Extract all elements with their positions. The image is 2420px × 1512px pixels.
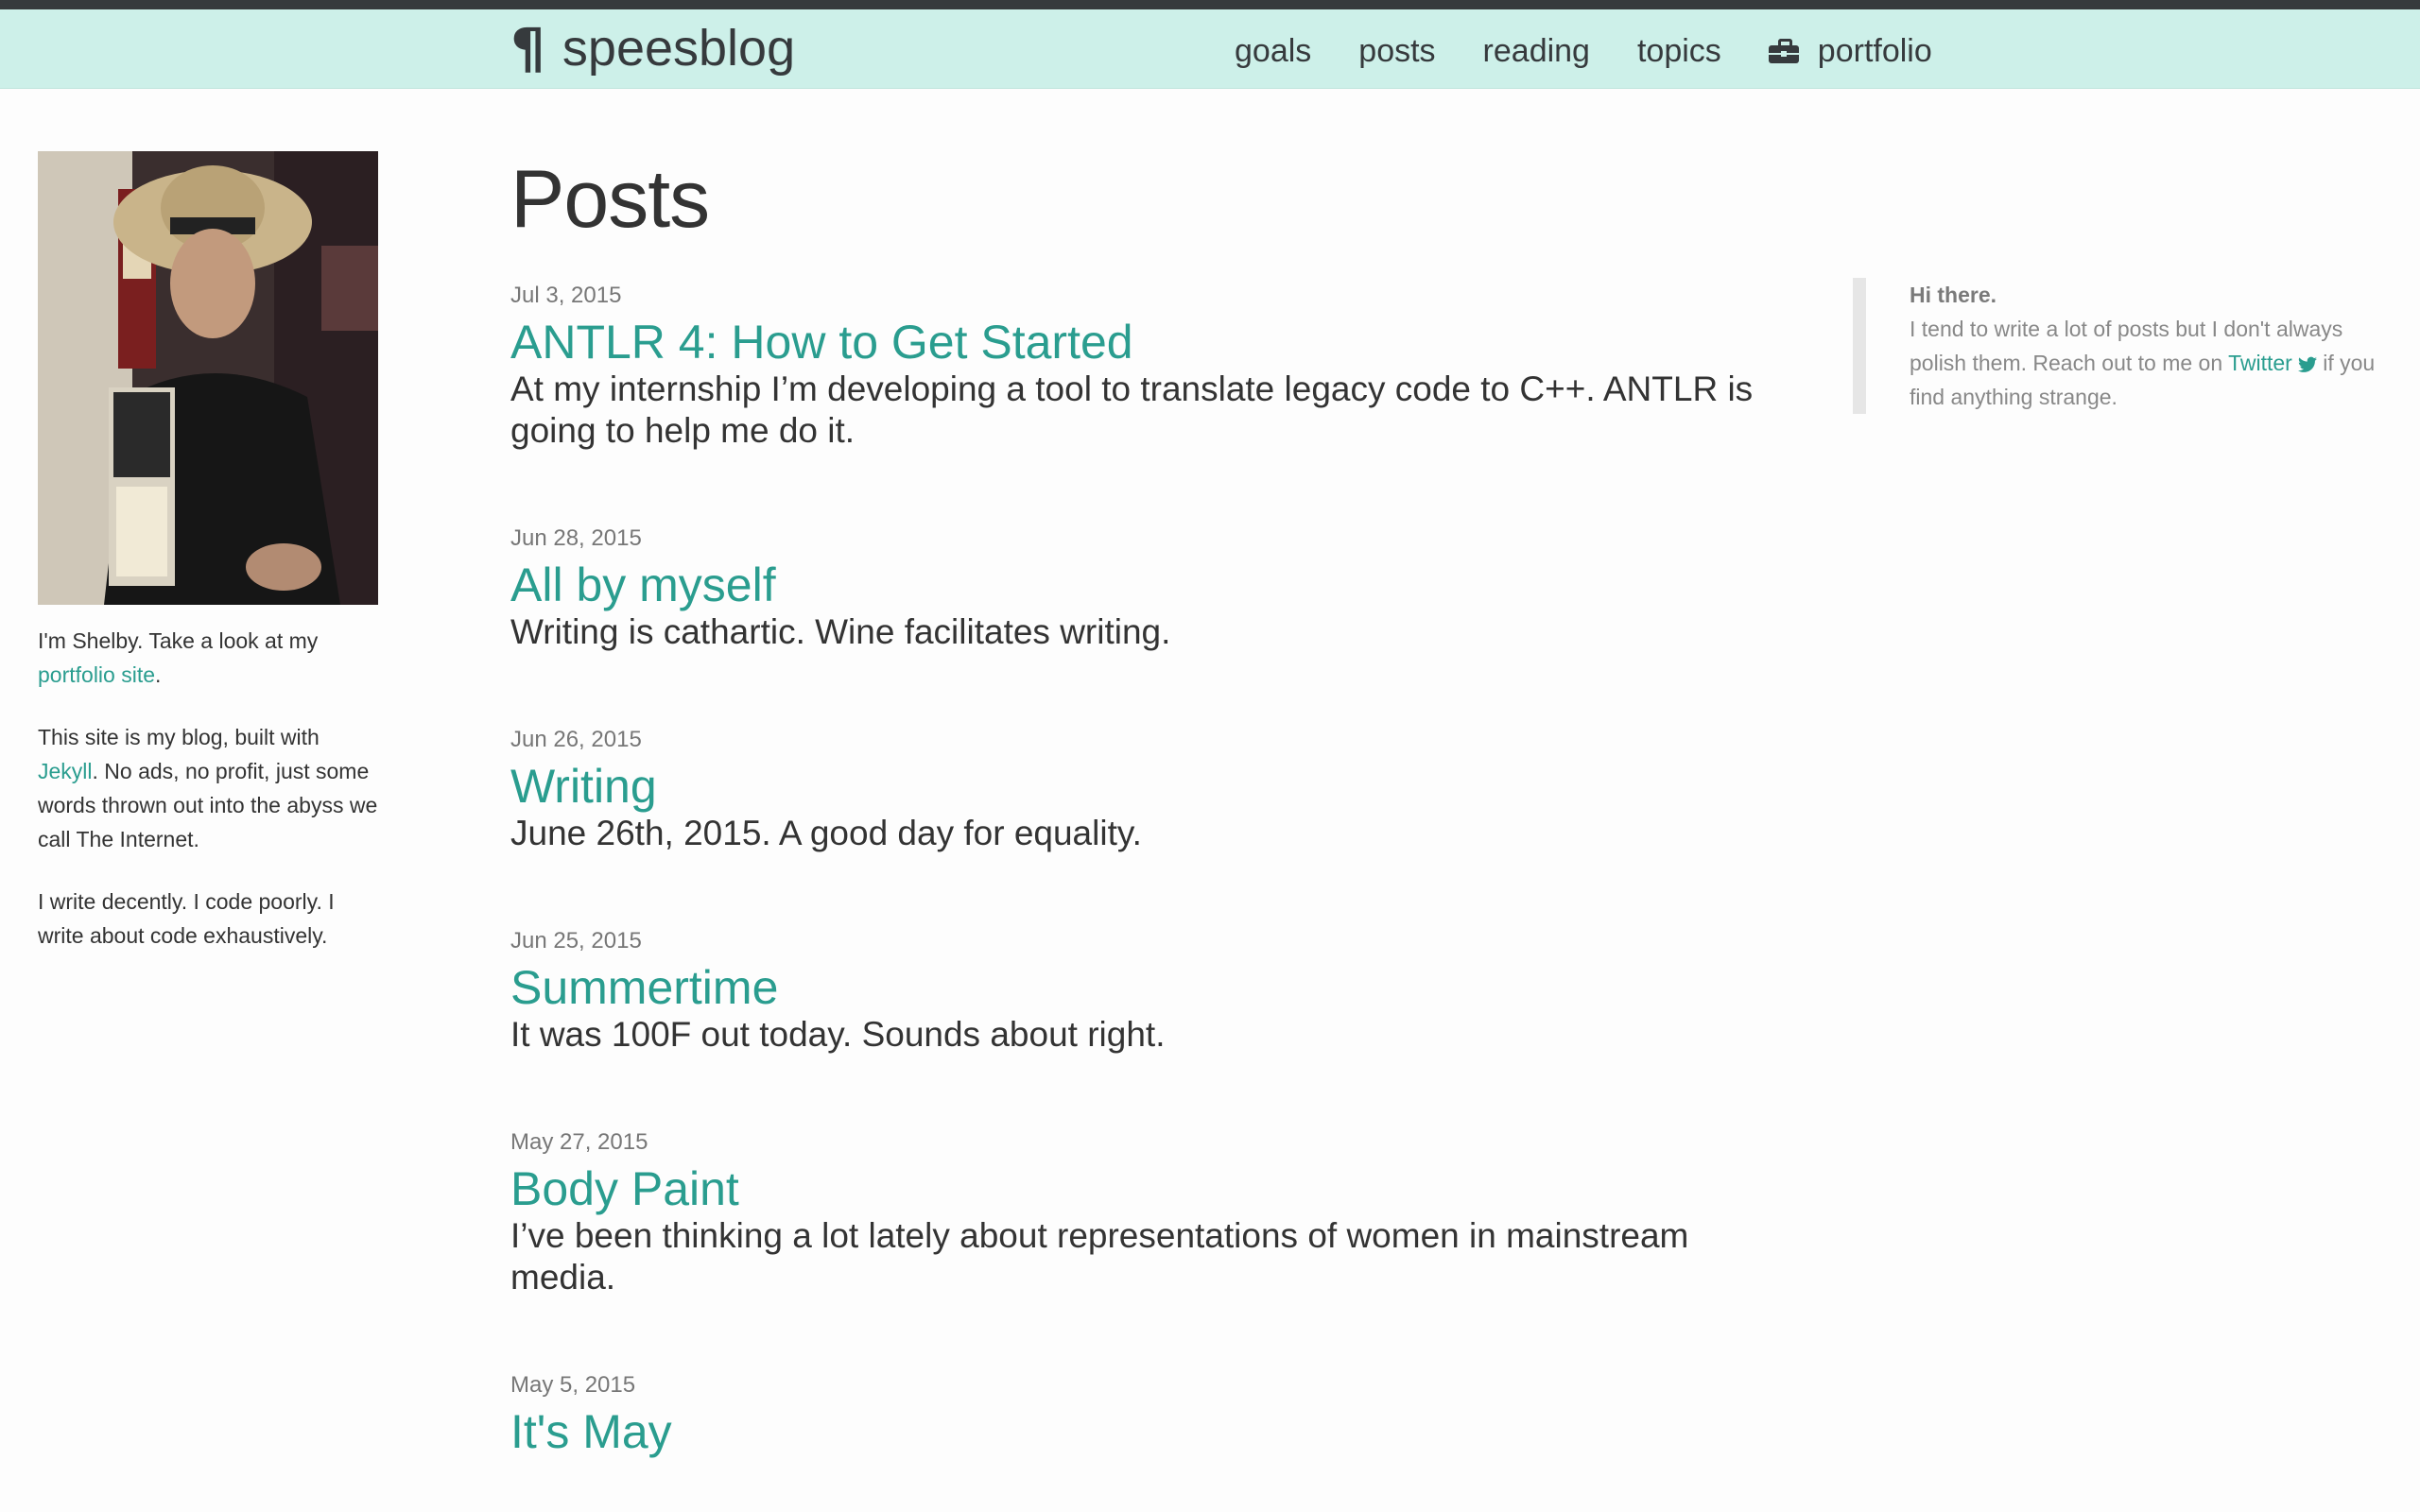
left-sidebar: I'm Shelby. Take a look at my portfolio … xyxy=(38,151,378,981)
briefcase-icon xyxy=(1768,39,1799,64)
twitter-icon xyxy=(2297,356,2317,372)
post-date: May 5, 2015 xyxy=(510,1372,636,1399)
post-item: Jun 25, 2015 Summertime It was 100F out … xyxy=(510,930,1796,1056)
brand-text: speesblog xyxy=(562,20,796,77)
post-excerpt: I’ve been thinking a lot lately about re… xyxy=(510,1216,1689,1297)
nav-item-reading[interactable]: reading xyxy=(1483,32,1590,71)
post-title-link[interactable]: Writing xyxy=(510,761,1796,813)
nav-item-label: portfolio xyxy=(1817,33,1932,69)
post-item: May 27, 2015 Body Paint I’ve been thinki… xyxy=(510,1131,1796,1298)
nav-item-goals[interactable]: goals xyxy=(1235,32,1311,71)
nav-item-label: reading xyxy=(1482,33,1590,69)
post-excerpt: Writing is cathartic. Wine facilitates w… xyxy=(510,612,1171,652)
bio-text: . xyxy=(155,662,162,687)
main-content: Posts Jul 3, 2015 ANTLR 4: How to Get St… xyxy=(510,151,1796,1458)
page-title: Posts xyxy=(510,154,710,245)
nav-item-label: posts xyxy=(1358,33,1436,69)
post-date: Jun 25, 2015 xyxy=(510,928,642,954)
post-title-link[interactable]: Body Paint xyxy=(510,1163,1796,1215)
post-date: May 27, 2015 xyxy=(510,1129,648,1156)
post-excerpt: It was 100F out today. Sounds about righ… xyxy=(510,1015,1166,1055)
post-item: Jul 3, 2015 ANTLR 4: How to Get Started … xyxy=(510,284,1796,452)
bio: I'm Shelby. Take a look at my portfolio … xyxy=(38,624,378,953)
avatar xyxy=(38,151,378,605)
post-excerpt: June 26th, 2015. A good day for equality… xyxy=(510,814,1142,853)
post-item: Jun 28, 2015 All by myself Writing is ca… xyxy=(510,527,1796,653)
note-body: I tend to write a lot of posts but I don… xyxy=(1910,312,2401,414)
post-item: May 5, 2015 It's May xyxy=(510,1374,1796,1458)
post-title-link[interactable]: Summertime xyxy=(510,962,1796,1014)
post-excerpt: At my internship I’m developing a tool t… xyxy=(510,369,1754,451)
post-item: Jun 26, 2015 Writing June 26th, 2015. A … xyxy=(510,729,1796,854)
nav-item-portfolio[interactable]: portfolio xyxy=(1768,32,1932,71)
jekyll-link[interactable]: Jekyll xyxy=(38,759,93,783)
twitter-link-label: Twitter xyxy=(2228,351,2292,375)
top-strip xyxy=(0,0,2420,9)
bio-paragraph: I'm Shelby. Take a look at my portfolio … xyxy=(38,624,378,692)
navbar: ¶ speesblog goals posts reading topics p… xyxy=(0,9,2420,89)
post-date: Jun 26, 2015 xyxy=(510,727,642,753)
twitter-link[interactable]: Twitter xyxy=(2228,351,2317,375)
post-title-link[interactable]: ANTLR 4: How to Get Started xyxy=(510,317,1796,369)
bio-paragraph: I write decently. I code poorly. I write… xyxy=(38,889,335,948)
bio-text: I'm Shelby. Take a look at my xyxy=(38,628,319,653)
nav-item-posts[interactable]: posts xyxy=(1358,32,1435,71)
bio-paragraph: This site is my blog, built with Jekyll.… xyxy=(38,720,378,856)
nav-item-label: goals xyxy=(1235,33,1312,69)
bio-text: This site is my blog, built with xyxy=(38,725,320,749)
note-heading: Hi there. xyxy=(1910,283,1997,307)
main-nav: goals posts reading topics portfolio xyxy=(1235,32,1932,71)
hi-there-note: Hi there. I tend to write a lot of posts… xyxy=(1853,278,2401,414)
post-date: Jul 3, 2015 xyxy=(510,283,622,309)
portfolio-site-link[interactable]: portfolio site xyxy=(38,662,155,687)
post-title-link[interactable]: All by myself xyxy=(510,559,1796,611)
brand-link[interactable]: ¶ speesblog xyxy=(510,19,795,77)
post-date: Jun 28, 2015 xyxy=(510,525,642,552)
post-title-link[interactable]: It's May xyxy=(510,1406,1796,1458)
pilcrow-icon: ¶ xyxy=(510,16,545,80)
nav-item-topics[interactable]: topics xyxy=(1637,32,1721,71)
nav-item-label: topics xyxy=(1636,33,1721,69)
